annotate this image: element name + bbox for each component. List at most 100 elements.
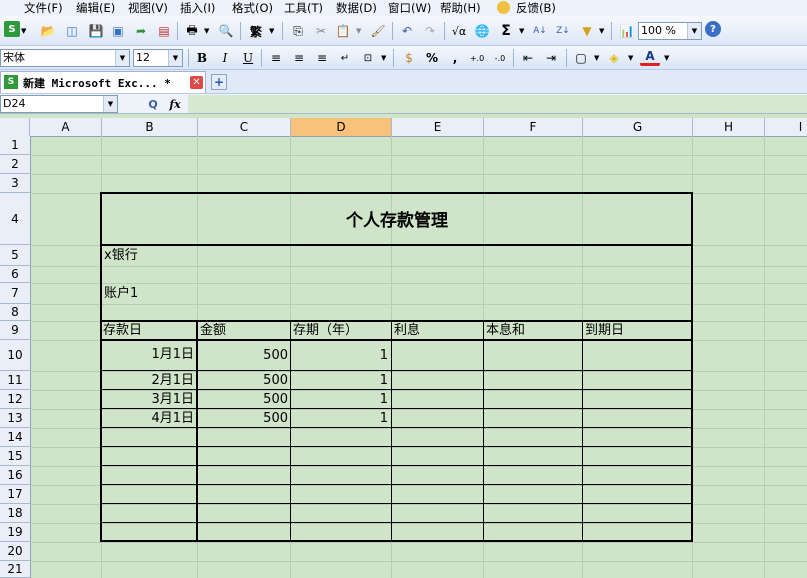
record-4-amount[interactable]: 500 <box>198 411 288 427</box>
row-header-12[interactable]: 12 <box>0 390 30 409</box>
increase-decimal-icon[interactable]: +.0 <box>467 48 487 68</box>
undo-icon[interactable]: ↶ <box>397 21 417 41</box>
row-header-8[interactable]: 8 <box>0 304 30 321</box>
row-header-21[interactable]: 21 <box>0 561 30 578</box>
borders-icon[interactable]: ▢ <box>571 48 591 68</box>
wrap-text-icon[interactable]: ↵ <box>335 48 355 68</box>
chevron-down-icon[interactable]: ▼ <box>519 27 524 35</box>
chevron-down-icon[interactable]: ▼ <box>381 54 386 62</box>
pdf-icon[interactable]: ▤ <box>154 21 174 41</box>
new-icon[interactable]: S <box>4 21 20 37</box>
row-header-13[interactable]: 13 <box>0 409 30 428</box>
header-interest[interactable]: 利息 <box>394 323 420 339</box>
chevron-down-icon[interactable]: ▼ <box>599 27 604 35</box>
merge-center-icon[interactable]: ⊡ <box>358 48 378 68</box>
menu-data[interactable]: 数据(D) <box>336 0 377 16</box>
print-icon[interactable]: 🖶 <box>182 21 202 41</box>
header-term-years[interactable]: 存期（年） <box>293 323 358 339</box>
chevron-down-icon[interactable]: ▼ <box>269 27 274 35</box>
menu-view[interactable]: 视图(V) <box>128 0 168 16</box>
column-header-g[interactable]: G <box>583 118 693 136</box>
hyperlink-icon[interactable]: 🌐 <box>472 21 492 41</box>
header-maturity-date[interactable]: 到期日 <box>585 323 624 339</box>
record-1-date[interactable]: 1月1日 <box>102 347 194 363</box>
row-header-15[interactable]: 15 <box>0 447 30 466</box>
column-header-f[interactable]: F <box>484 118 583 136</box>
row-header-17[interactable]: 17 <box>0 485 30 504</box>
menu-tools[interactable]: 工具(T) <box>284 0 323 16</box>
row-header-6[interactable]: 6 <box>0 266 30 283</box>
align-center-icon[interactable]: ≡ <box>289 48 309 68</box>
column-header-a[interactable]: A <box>30 118 102 136</box>
row-header-20[interactable]: 20 <box>0 542 30 561</box>
chevron-down-icon[interactable]: ▼ <box>204 27 209 35</box>
italic-icon[interactable]: I <box>215 48 235 68</box>
account-cell[interactable]: 账户1 <box>104 286 138 302</box>
font-color-icon[interactable]: A <box>640 48 660 66</box>
print-preview-icon[interactable]: 🔍 <box>216 21 236 41</box>
formula-icon[interactable]: √α <box>449 21 469 41</box>
decrease-decimal-icon[interactable]: -.0 <box>490 48 510 68</box>
column-header-c[interactable]: C <box>198 118 291 136</box>
send-icon[interactable]: ➦ <box>131 21 151 41</box>
menu-feedback[interactable]: 反馈(B) <box>516 0 556 16</box>
font-name-select[interactable]: 宋体 ▼ <box>0 49 130 67</box>
formula-input[interactable] <box>188 95 807 113</box>
menu-file[interactable]: 文件(F) <box>24 0 63 16</box>
chevron-down-icon[interactable]: ▼ <box>356 27 361 35</box>
chart-icon[interactable]: 📊 <box>617 21 637 41</box>
row-header-11[interactable]: 11 <box>0 371 30 390</box>
row-header-10[interactable]: 10 <box>0 340 30 371</box>
menu-edit[interactable]: 编辑(E) <box>76 0 115 16</box>
record-3-amount[interactable]: 500 <box>198 392 288 408</box>
row-header-1[interactable]: 1 <box>0 136 30 155</box>
sort-ascending-icon[interactable]: A↓ <box>530 21 550 41</box>
record-1-term[interactable]: 1 <box>291 348 388 364</box>
menu-window[interactable]: 窗口(W) <box>388 0 431 16</box>
header-amount[interactable]: 金额 <box>200 323 226 339</box>
record-2-date[interactable]: 2月1日 <box>102 373 194 389</box>
open-web-icon[interactable]: ◫ <box>62 21 82 41</box>
format-painter-icon[interactable]: 🖌 <box>368 21 388 41</box>
fill-color-icon[interactable]: ◈ <box>604 48 624 68</box>
bold-icon[interactable]: B <box>192 48 212 68</box>
sheet-title[interactable]: 个人存款管理 <box>102 210 692 232</box>
filter-icon[interactable]: ▼ <box>577 21 597 41</box>
underline-icon[interactable]: U <box>238 48 258 68</box>
help-icon[interactable]: ? <box>705 21 721 37</box>
column-header-d[interactable]: D <box>291 118 392 136</box>
column-header-i[interactable]: I <box>765 118 807 136</box>
menu-insert[interactable]: 插入(I) <box>180 0 215 16</box>
sort-descending-icon[interactable]: Z↓ <box>553 21 573 41</box>
chevron-down-icon[interactable]: ▼ <box>664 54 669 62</box>
new-tab-icon[interactable]: + <box>211 74 227 90</box>
name-box[interactable]: D24 ▼ <box>0 95 118 113</box>
header-deposit-date[interactable]: 存款日 <box>103 323 142 339</box>
record-4-term[interactable]: 1 <box>291 411 388 427</box>
row-header-7[interactable]: 7 <box>0 283 30 304</box>
bank-name-cell[interactable]: x银行 <box>104 248 138 264</box>
save-icon[interactable]: 💾 <box>86 21 106 41</box>
font-size-select[interactable]: 12 ▼ <box>133 49 183 67</box>
cut-icon[interactable]: ✂ <box>311 21 331 41</box>
redo-icon[interactable]: ↷ <box>420 21 440 41</box>
save-as-icon[interactable]: ▣ <box>108 21 128 41</box>
menu-format[interactable]: 格式(O) <box>232 0 273 16</box>
row-header-5[interactable]: 5 <box>0 245 30 266</box>
row-header-14[interactable]: 14 <box>0 428 30 447</box>
row-header-9[interactable]: 9 <box>0 321 30 340</box>
record-1-amount[interactable]: 500 <box>198 348 288 364</box>
record-4-date[interactable]: 4月1日 <box>102 411 194 427</box>
copy-icon[interactable]: ⎘ <box>288 21 308 41</box>
row-header-3[interactable]: 3 <box>0 174 30 193</box>
record-2-amount[interactable]: 500 <box>198 373 288 389</box>
record-3-date[interactable]: 3月1日 <box>102 392 194 408</box>
row-header-2[interactable]: 2 <box>0 155 30 174</box>
paste-icon[interactable]: 📋 <box>333 21 353 41</box>
record-3-term[interactable]: 1 <box>291 392 388 408</box>
header-principal-interest[interactable]: 本息和 <box>486 323 525 339</box>
align-right-icon[interactable]: ≡ <box>312 48 332 68</box>
open-icon[interactable]: 📂 <box>38 21 58 41</box>
autosum-icon[interactable]: Σ <box>496 21 516 41</box>
comma-style-icon[interactable]: , <box>445 48 465 68</box>
